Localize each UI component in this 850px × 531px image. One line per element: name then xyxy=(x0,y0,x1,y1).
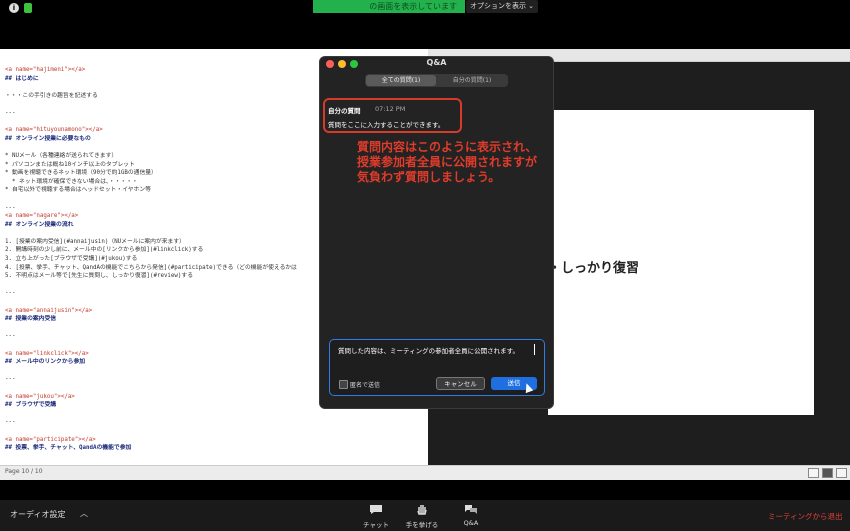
source-line xyxy=(5,453,425,458)
question-input-text[interactable]: 質問した内容は、ミーティングの参加者全員に公開されます。 xyxy=(338,345,519,355)
screen-share-banner: の画面を表示しています xyxy=(313,0,465,13)
preview-mode-icon[interactable] xyxy=(836,468,847,478)
question-author: 自分の質問 xyxy=(328,107,361,115)
lock-icon xyxy=(24,3,32,13)
qa-title: Q&A xyxy=(426,58,447,67)
edit-mode-icon[interactable] xyxy=(808,468,819,478)
page-count: Page 10 / 10 xyxy=(5,468,43,475)
qa-icon[interactable] xyxy=(464,504,478,515)
tab-all-questions[interactable]: 全ての質問(1) xyxy=(366,75,436,86)
raise-hand-button-label[interactable]: 手を挙げる xyxy=(397,519,447,529)
view-options-button[interactable]: オプションを表示 ⌄ xyxy=(466,0,538,13)
cancel-button[interactable]: キャンセル xyxy=(436,377,485,390)
info-icon[interactable]: i xyxy=(9,3,19,13)
question-time: 07:12 PM xyxy=(375,105,406,113)
anonymous-checkbox[interactable] xyxy=(339,380,348,389)
status-bar xyxy=(0,465,850,480)
raise-hand-icon[interactable] xyxy=(415,504,429,515)
source-line: ## 投票、挙手、チャット、QandAの機能で参加 xyxy=(5,445,132,452)
leave-meeting-button[interactable]: ミーティングから退出 xyxy=(768,511,843,522)
chat-icon[interactable] xyxy=(369,504,383,515)
source-line: --- xyxy=(5,419,16,426)
text-caret xyxy=(534,344,535,355)
audio-settings-button[interactable]: オーディオ設定 xyxy=(10,509,65,520)
split-mode-icon[interactable] xyxy=(822,468,833,478)
anonymous-label[interactable]: 匿名で送信 xyxy=(350,380,380,389)
question-body: 質問をここに入力することができます。 xyxy=(328,121,445,129)
source-line xyxy=(5,427,425,436)
source-line: <a name="participate"></a> xyxy=(5,436,96,443)
chat-button-label[interactable]: チャット xyxy=(351,519,401,529)
tab-my-questions[interactable]: 自分の質問(1) xyxy=(437,75,507,86)
annotation-text: 質問内容はこのように表示され、 授業参加者全員に公開されますが 気負わず質問しま… xyxy=(357,140,538,184)
source-line xyxy=(5,410,425,419)
qa-button-label[interactable]: Q&A xyxy=(446,519,496,527)
chevron-up-icon[interactable]: ︿ xyxy=(80,508,88,519)
